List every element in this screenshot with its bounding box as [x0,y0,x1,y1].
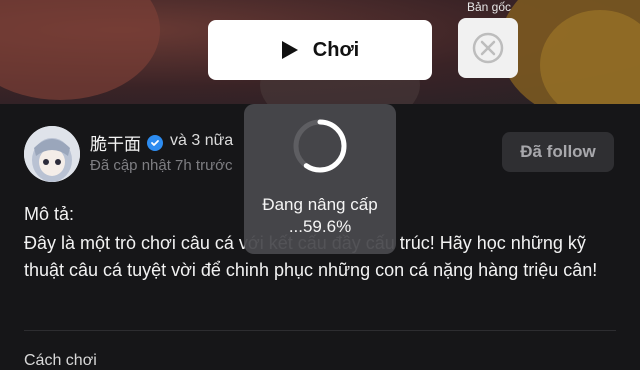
play-icon [281,41,298,59]
avatar-illustration [24,126,80,182]
co-authors-link[interactable]: và 3 nữa [170,132,233,150]
loading-overlay: Đang nâng cấp ...59.6% [244,104,396,254]
next-section-heading: Cách chơi [24,352,97,369]
loading-spinner-icon [293,119,347,173]
original-version-label: Bản gốc [466,0,512,14]
avatar[interactable] [24,126,80,182]
loading-progress-text: Đang nâng cấp ...59.6% [262,195,378,236]
updated-time: Đã cập nhật 7h trước [90,157,233,174]
author-name[interactable]: 脆干面 [90,130,141,155]
author-row: 脆干面 [90,130,163,155]
divider [24,330,616,331]
follow-button[interactable]: Đã follow [502,132,614,172]
verified-icon [147,134,163,151]
play-button[interactable]: Chơi [208,20,432,80]
banner-character-left [0,0,160,100]
close-circle-icon [472,32,504,64]
description-title: Mô tả: [24,204,75,224]
original-version-button[interactable] [458,18,518,78]
play-button-label: Chơi [312,38,360,61]
